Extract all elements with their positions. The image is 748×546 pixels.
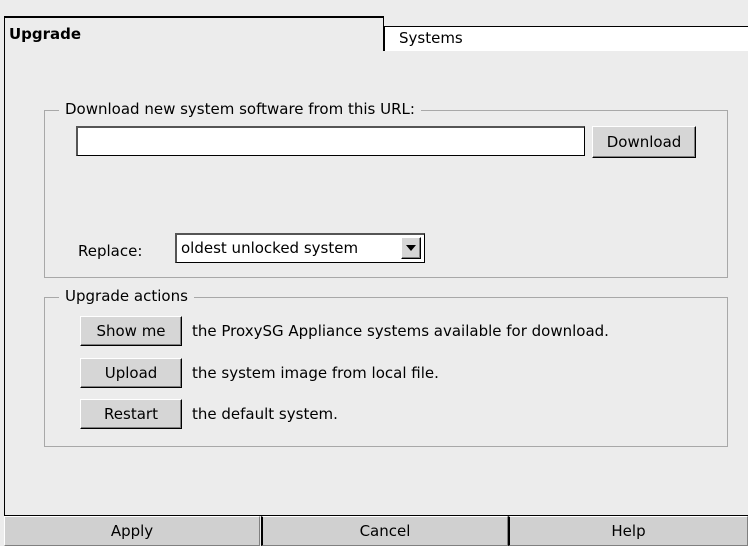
url-input[interactable] — [76, 126, 585, 156]
cancel-button[interactable]: Cancel — [261, 516, 508, 546]
bottom-button-bar: Apply Cancel Help — [4, 516, 748, 546]
download-button[interactable]: Download — [592, 126, 696, 158]
chevron-down-icon[interactable] — [401, 237, 421, 259]
help-button[interactable]: Help — [508, 516, 748, 546]
restart-button[interactable]: Restart — [80, 399, 182, 429]
replace-label: Replace: — [78, 242, 143, 260]
replace-select[interactable]: oldest unlocked system — [175, 233, 425, 263]
tab-upgrade[interactable]: Upgrade — [4, 16, 384, 52]
tab-systems-label: Systems — [399, 29, 463, 47]
replace-select-value: oldest unlocked system — [181, 239, 359, 257]
apply-button[interactable]: Apply — [4, 516, 260, 546]
tab-upgrade-label: Upgrade — [9, 25, 82, 43]
restart-description: the default system. — [192, 405, 338, 423]
upload-button[interactable]: Upload — [80, 358, 182, 388]
show-me-button[interactable]: Show me — [80, 316, 182, 346]
tab-systems[interactable]: Systems — [383, 26, 748, 52]
show-me-description: the ProxySG Appliance systems available … — [192, 322, 609, 340]
actions-group-legend: Upgrade actions — [59, 287, 194, 305]
download-group-legend: Download new system software from this U… — [59, 100, 421, 118]
upload-description: the system image from local file. — [192, 364, 439, 382]
